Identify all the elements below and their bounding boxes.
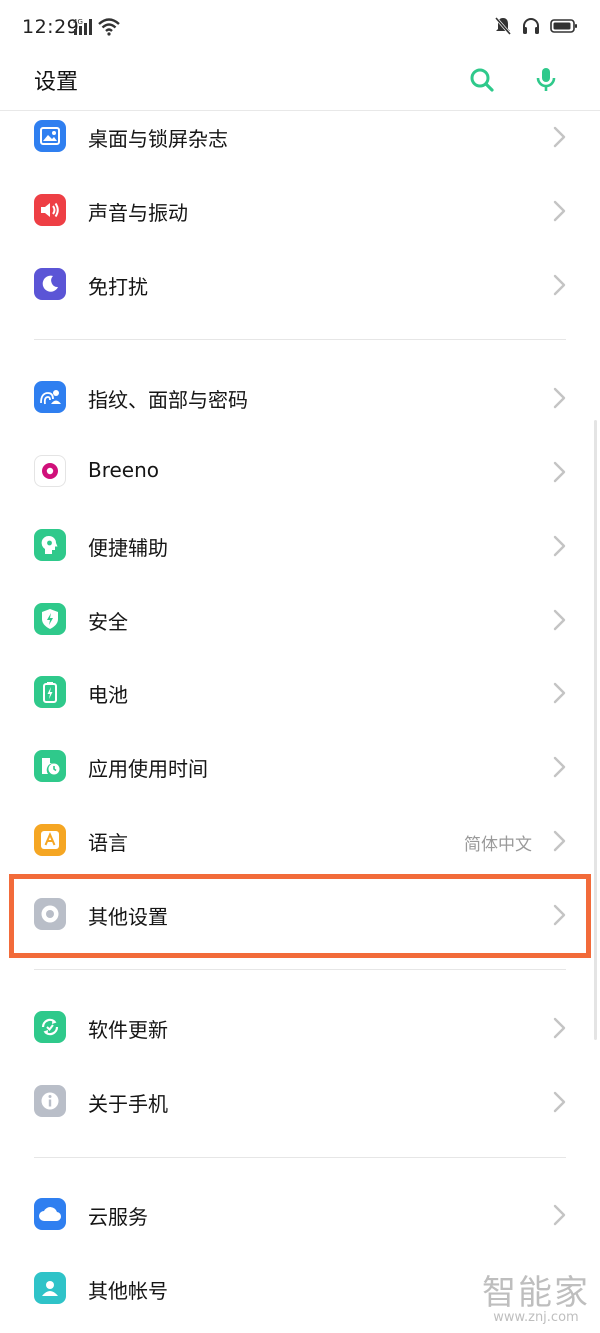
- chevron-right-icon: [552, 1091, 566, 1117]
- settings-item-label: 便捷辅助: [88, 536, 168, 560]
- chevron-right-icon: [552, 200, 566, 226]
- settings-item-sound[interactable]: 声音与振动: [0, 173, 600, 247]
- microphone-icon: [536, 68, 556, 91]
- section-divider: [34, 969, 566, 970]
- settings-item-label: 软件更新: [88, 1018, 168, 1042]
- update-icon: [34, 1011, 66, 1043]
- signal-icon: 4G: [73, 18, 95, 40]
- settings-item-label: 指纹、面部与密码: [88, 388, 248, 412]
- language-value: 简体中文: [464, 835, 532, 855]
- settings-item-app-usage[interactable]: 应用使用时间: [0, 729, 600, 803]
- scrollbar[interactable]: [594, 420, 597, 1040]
- breeno-icon: [34, 455, 66, 487]
- settings-item-do-not-disturb[interactable]: 免打扰: [0, 247, 600, 321]
- chevron-right-icon: [552, 682, 566, 708]
- chevron-right-icon: [552, 535, 566, 561]
- chevron-right-icon: [552, 830, 566, 856]
- network-type-label: 4G: [73, 18, 83, 26]
- settings-item-label: 声音与振动: [88, 201, 188, 225]
- settings-item-battery[interactable]: 电池: [0, 655, 600, 729]
- wallpaper-icon: [34, 120, 66, 152]
- watermark-title: 智能家: [482, 1273, 590, 1313]
- settings-item-security[interactable]: 安全: [0, 582, 600, 656]
- highlight-box: [9, 874, 591, 958]
- watermark: 智能家 www.znj.com: [482, 1265, 590, 1325]
- cloud-icon: [34, 1198, 66, 1230]
- fingerprint-icon: [34, 381, 66, 413]
- search-icon: [470, 68, 494, 92]
- settings-item-label: 免打扰: [88, 275, 148, 299]
- settings-item-label: 应用使用时间: [88, 757, 208, 781]
- info-icon: [34, 1085, 66, 1117]
- settings-item-accessibility[interactable]: 便捷辅助: [0, 508, 600, 582]
- moon-icon: [34, 268, 66, 300]
- settings-item-label: 电池: [88, 683, 128, 707]
- chevron-right-icon: [552, 126, 566, 152]
- settings-item-language[interactable]: 语言 简体中文: [0, 803, 600, 877]
- battery-icon: [34, 676, 66, 708]
- voice-input-button[interactable]: [528, 62, 564, 98]
- watermark-url: www.znj.com: [493, 1310, 579, 1325]
- section-divider: [34, 339, 566, 340]
- settings-item-software-update[interactable]: 软件更新: [0, 990, 600, 1064]
- assist-icon: [34, 529, 66, 561]
- language-icon: [34, 824, 66, 856]
- settings-item-breeno[interactable]: Breeno: [0, 434, 600, 508]
- chevron-right-icon: [552, 387, 566, 413]
- settings-item-wallpaper[interactable]: 桌面与锁屏杂志: [0, 99, 600, 173]
- chevron-right-icon: [552, 274, 566, 300]
- settings-item-label: 语言: [88, 831, 128, 855]
- settings-item-label: 其他帐号: [88, 1279, 168, 1303]
- chevron-right-icon: [552, 756, 566, 782]
- settings-item-about-phone[interactable]: 关于手机: [0, 1064, 600, 1138]
- section-divider: [34, 1157, 566, 1158]
- settings-item-label: 云服务: [88, 1205, 148, 1229]
- status-time: 12:29: [22, 16, 80, 38]
- status-bar: 12:29 4G: [0, 0, 600, 52]
- settings-item-cloud[interactable]: 云服务: [0, 1177, 600, 1251]
- settings-item-label: 安全: [88, 610, 128, 634]
- settings-item-label: 桌面与锁屏杂志: [88, 127, 228, 151]
- app-time-icon: [34, 750, 66, 782]
- chevron-right-icon: [552, 609, 566, 635]
- chevron-right-icon: [552, 1017, 566, 1043]
- page-title: 设置: [34, 70, 79, 95]
- search-button[interactable]: [464, 62, 500, 98]
- battery-status-icon: [550, 18, 578, 38]
- wifi-icon: [98, 18, 120, 40]
- speaker-icon: [34, 194, 66, 226]
- settings-item-label: 关于手机: [88, 1092, 168, 1116]
- account-icon: [34, 1272, 66, 1304]
- settings-item-label: Breeno: [88, 458, 160, 482]
- chevron-right-icon: [552, 1204, 566, 1230]
- headphones-icon: [521, 16, 541, 40]
- chevron-right-icon: [552, 461, 566, 487]
- shield-icon: [34, 603, 66, 635]
- settings-item-fingerprint[interactable]: 指纹、面部与密码: [0, 360, 600, 434]
- mute-icon: [494, 16, 512, 40]
